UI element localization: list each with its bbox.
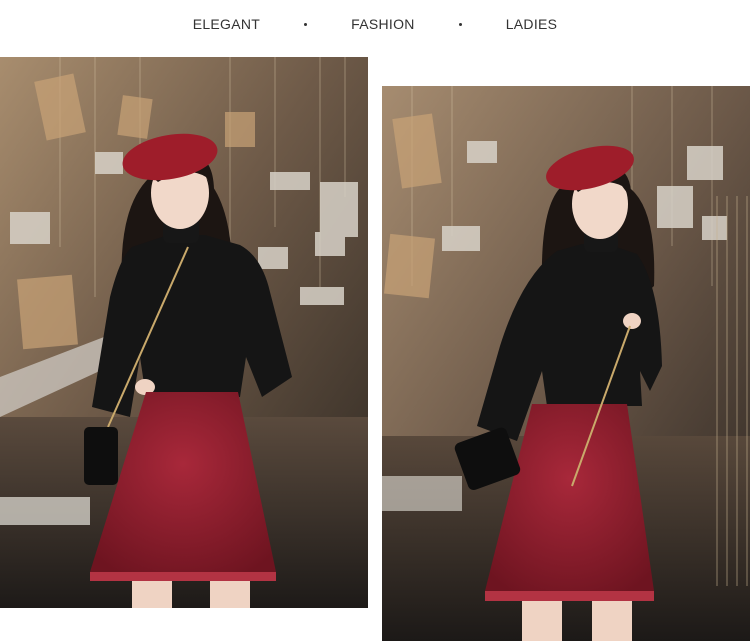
tagline-word-elegant: ELEGANT [192, 16, 261, 32]
tagline: ELEGANT FASHION LADIES [0, 0, 750, 48]
photo-left-illustration [0, 57, 368, 608]
separator-dot [458, 22, 462, 26]
separator-dot [304, 22, 308, 26]
fashion-photo-right [382, 86, 750, 641]
photo-right-illustration [382, 86, 750, 641]
fashion-photo-left [0, 57, 368, 608]
tagline-word-fashion: FASHION [351, 16, 415, 32]
tagline-word-ladies: LADIES [505, 16, 558, 32]
